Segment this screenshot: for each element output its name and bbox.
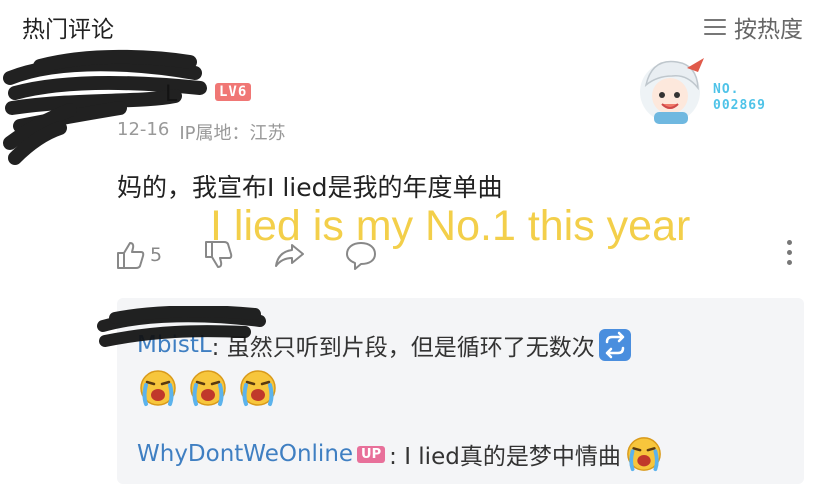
comment-bubble-icon	[346, 242, 377, 270]
comment-meta: 12-16 IP属地：江苏	[117, 119, 285, 145]
crying-face-icon	[626, 437, 661, 472]
thumbs-down-icon	[205, 241, 233, 268]
share-button[interactable]	[272, 239, 306, 271]
up-badge: UP	[357, 445, 386, 463]
dislike-button[interactable]	[202, 239, 234, 271]
crying-face-icon	[140, 370, 176, 406]
like-count: 5	[150, 244, 163, 266]
thumbs-up-icon	[117, 242, 145, 269]
comment-date: 12-16	[117, 119, 170, 140]
badge-no-value: 002869	[713, 98, 766, 113]
reply-item: WhyDontWeOnline UP : I lied真的是梦中情曲	[137, 435, 663, 473]
redaction-scribble	[97, 306, 266, 347]
ip-location: IP属地：江苏	[179, 123, 286, 144]
share-arrow-icon	[275, 244, 305, 267]
redaction-scribble	[3, 49, 207, 165]
comment-text: 妈的，我宣布I lied是我的年度单曲	[117, 173, 503, 202]
reply-button[interactable]	[344, 239, 378, 271]
level-badge: LV6	[215, 83, 252, 101]
badge-no-label: NO.	[713, 82, 740, 97]
fan-badge-character-icon	[640, 58, 704, 124]
more-options-icon[interactable]	[784, 240, 794, 270]
hot-comments-title: 热门评论	[22, 17, 114, 43]
reply-text: : I lied真的是梦中情曲	[389, 444, 621, 470]
crying-face-icon	[190, 370, 226, 406]
sort-list-icon	[704, 18, 726, 36]
sort-label: 按热度	[734, 17, 803, 43]
reply-username[interactable]: WhyDontWeOnline	[137, 441, 353, 467]
crying-face-icon	[240, 370, 276, 406]
repeat-loop-emoji-icon	[598, 329, 631, 361]
fan-badge-number: NO. 002869	[713, 82, 766, 114]
crying-emoji-row	[138, 368, 278, 408]
comment-actions: 5	[114, 235, 378, 275]
sort-by-hot-button[interactable]: 按热度	[704, 10, 803, 44]
like-button[interactable]: 5	[114, 239, 162, 271]
